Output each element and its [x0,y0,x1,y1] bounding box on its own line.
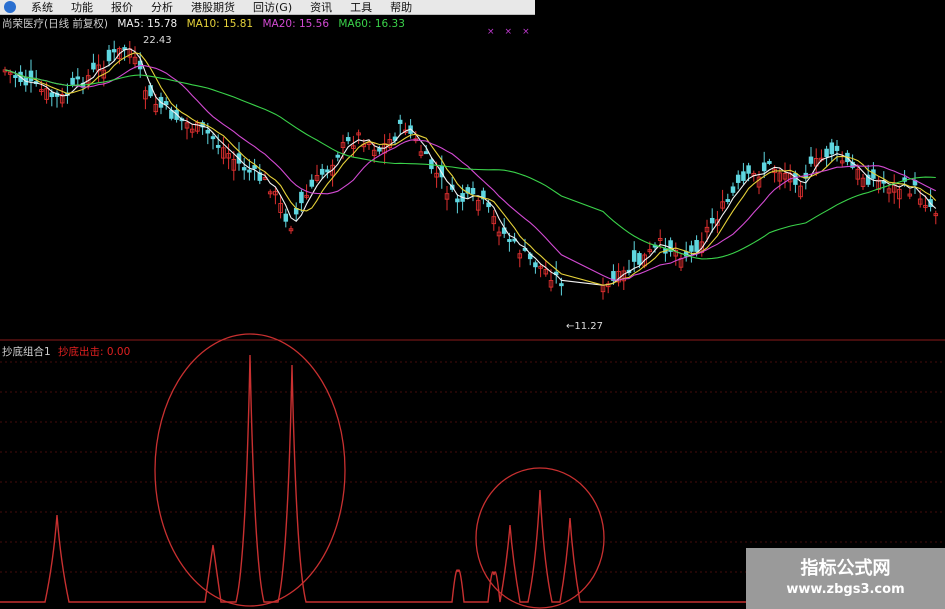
candle-body [205,129,211,134]
candle-body [834,145,840,151]
candle-body [309,179,315,187]
candle-body [210,136,216,140]
candle-body [746,165,751,174]
indicator-grid [0,361,945,573]
candle-body [325,169,330,173]
candle-body [694,239,699,252]
candle-body [559,283,564,287]
watermark-logo: 指标公式网 www.zbgs3.com [746,548,945,609]
candle-body [377,148,382,152]
highlight-circle-small [475,467,605,609]
candle-body [725,199,731,202]
candlestick-chart[interactable]: 22.43 ←11.27 [0,0,945,609]
candle-body [283,213,289,222]
candle-body [689,245,694,252]
candle-body [49,92,55,98]
candle-body [345,137,351,142]
candle-body [470,187,476,195]
candle-body [507,239,512,242]
ma60-line [4,69,936,260]
candle-body [28,70,34,82]
candle-body [247,169,252,173]
candle-body [215,144,221,148]
candle-body [735,174,741,183]
candle-body [631,250,637,262]
candle-body [397,119,403,124]
watermark-title: 指标公式网 [800,558,891,579]
watermark-url: www.zbgs3.com [786,582,905,597]
candle-body [111,49,117,53]
candle-body [423,151,429,155]
candle-body [241,167,247,171]
candle-body [793,173,798,185]
candles [2,40,939,300]
candle-body [730,186,736,193]
candle-body [299,191,304,204]
indicator-label: 抄底组合1 抄底出击: 0.00 [2,344,130,359]
candle-body [13,75,18,78]
candle-body [70,77,75,85]
candle-body [741,171,746,181]
candle-body [106,49,112,62]
candle-body [455,198,460,203]
candle-body [533,262,538,268]
indicator-value: 抄底出击: 0.00 [58,346,131,358]
candle-body [824,148,829,158]
candle-body [808,156,814,164]
price-high-label: 22.43 [143,35,172,46]
price-low-label: ←11.27 [566,321,603,332]
candle-body [829,142,835,155]
candle-body [637,253,642,265]
candle-body [319,168,325,175]
indicator-name: 抄底组合1 [2,346,51,358]
candle-body [761,162,767,172]
ma5-line [4,48,937,286]
ma-lines [4,48,937,286]
candle-body [75,76,81,80]
candle-body [335,154,341,158]
candle-body [91,62,96,70]
candle-body [709,217,715,224]
candle-body [767,161,772,164]
